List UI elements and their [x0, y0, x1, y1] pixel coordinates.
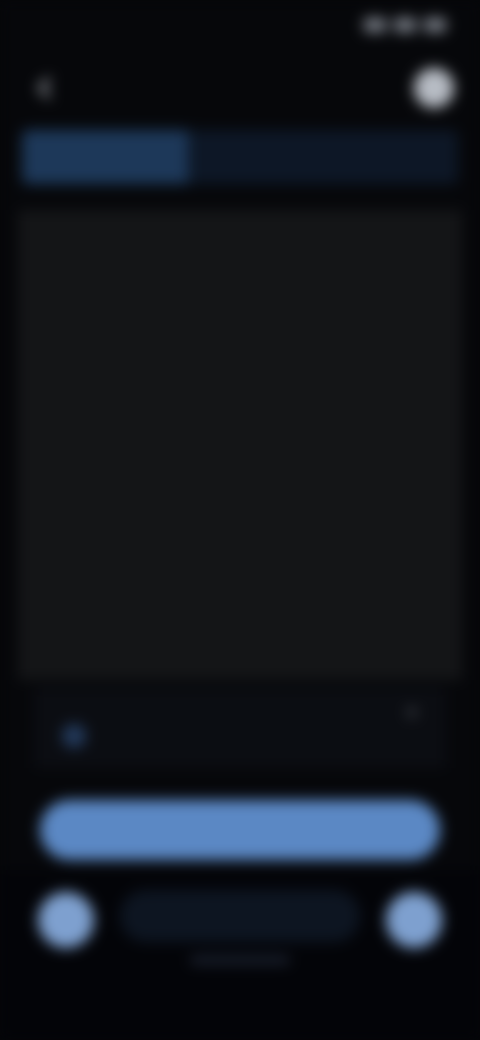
status-time [36, 16, 116, 36]
home-indicator [190, 956, 290, 964]
wifi-icon [394, 18, 416, 32]
progress-bar [22, 130, 458, 184]
mic-button[interactable] [38, 892, 94, 948]
close-icon[interactable]: × [406, 702, 430, 726]
progress-fill [22, 130, 188, 184]
send-button[interactable] [386, 892, 442, 948]
battery-icon [424, 18, 446, 32]
chevron-left-icon [37, 77, 51, 99]
info-banner: × [34, 688, 446, 768]
word-card [18, 210, 462, 680]
profile-button[interactable] [414, 68, 454, 108]
bottom-pill[interactable] [120, 890, 360, 942]
app-header [0, 56, 480, 120]
status-icons [364, 18, 446, 32]
bottom-controls [0, 870, 480, 1040]
app-screen: × [0, 0, 480, 1040]
status-bar [0, 0, 480, 56]
back-button[interactable] [28, 70, 64, 106]
primary-button[interactable] [40, 800, 440, 860]
signal-icon [364, 18, 386, 32]
word-list [18, 228, 462, 684]
info-icon [62, 724, 86, 748]
